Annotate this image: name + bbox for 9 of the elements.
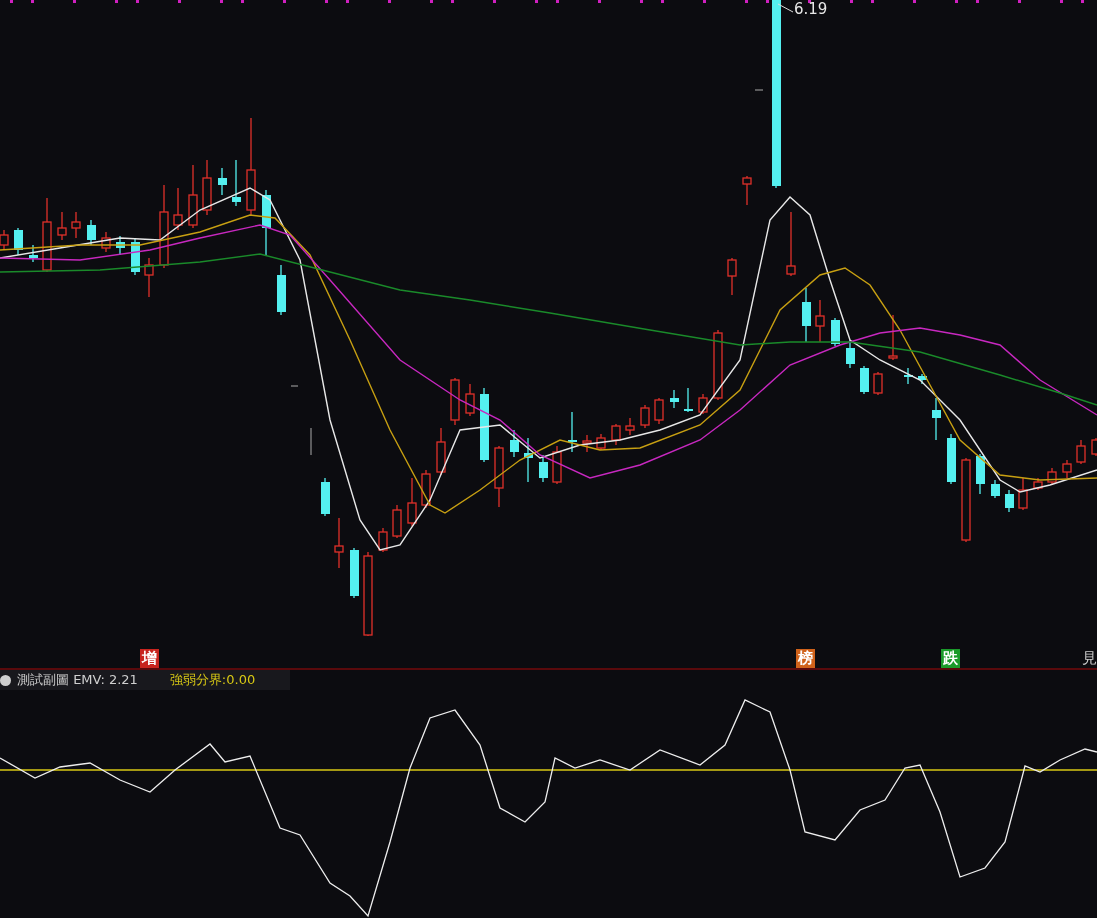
indicator-title: 測試副圖 EMV: 2.21 <box>17 671 138 689</box>
threshold-label: 強弱分界:0.00 <box>169 671 256 689</box>
indicator-dot-icon <box>0 674 11 686</box>
signal-marker: 跌 <box>941 649 960 668</box>
price-high-label: 6.19 <box>794 0 828 18</box>
signal-marker: 增 <box>140 649 159 668</box>
leader-line <box>777 3 794 13</box>
signal-marker: 榜 <box>796 649 815 668</box>
signal-marker: 見 <box>1082 649 1097 668</box>
